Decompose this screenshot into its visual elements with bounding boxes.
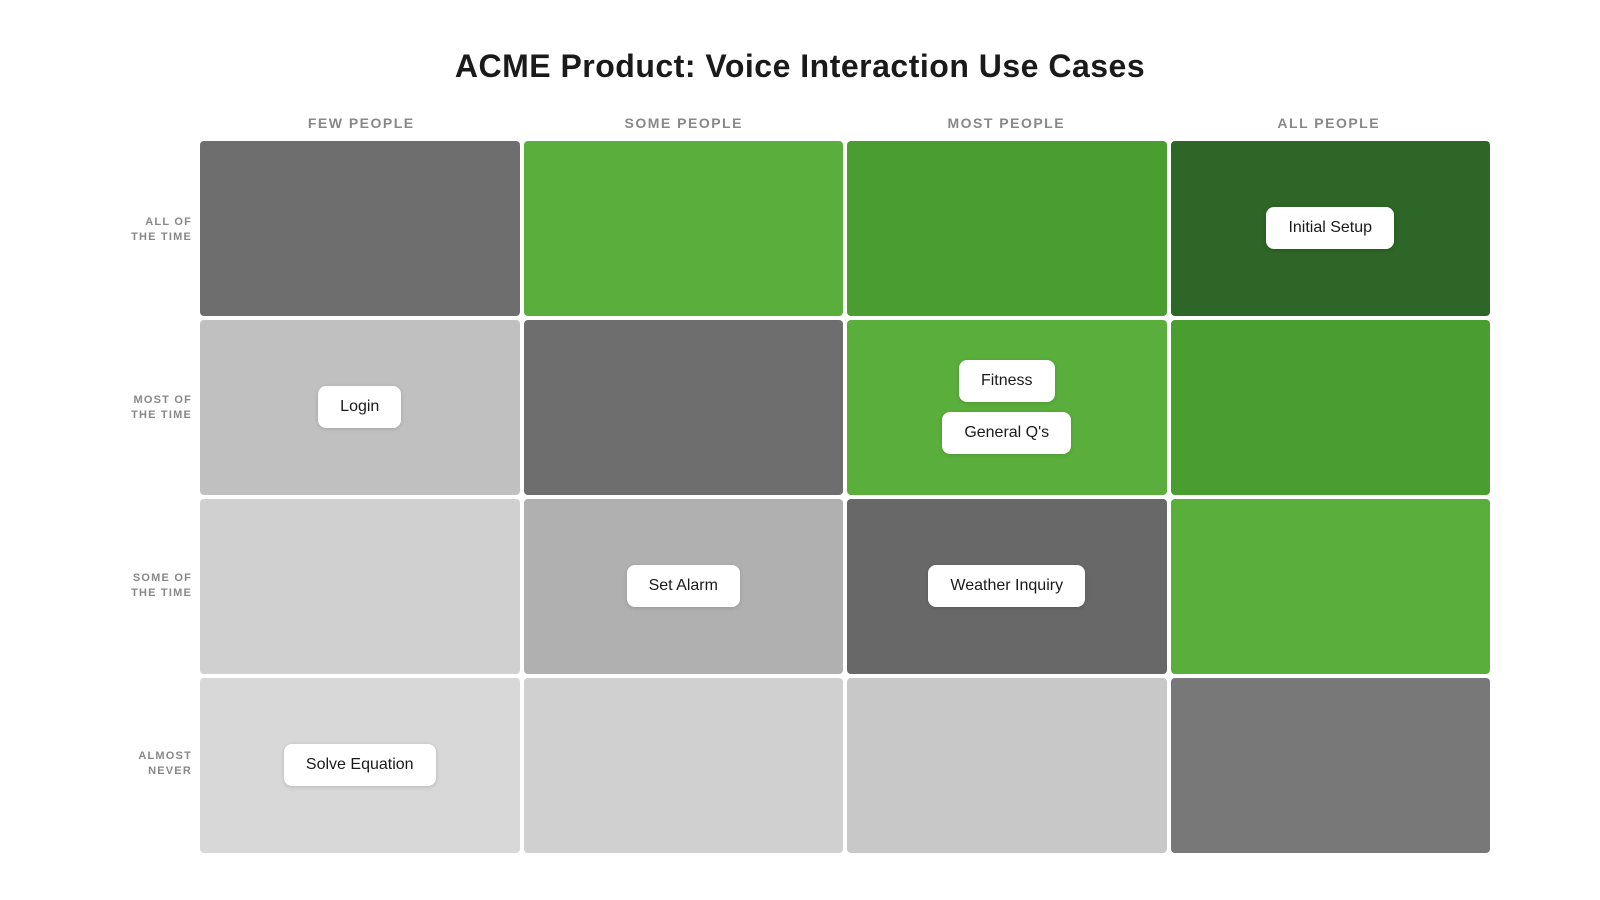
cell-r1c4: Initial Setup xyxy=(1171,141,1491,316)
page-title: ACME Product: Voice Interaction Use Case… xyxy=(455,48,1145,85)
col-header-1: FEW PEOPLE xyxy=(200,115,523,141)
tag-weather-inquiry: Weather Inquiry xyxy=(928,565,1085,607)
col-header-4: ALL PEOPLE xyxy=(1168,115,1491,141)
tag-initial-setup: Initial Setup xyxy=(1266,207,1394,249)
grid-body: ALL OFTHE TIME MOST OFTHE TIME SOME OFTH… xyxy=(110,141,1490,853)
cell-r3c3: Weather Inquiry xyxy=(847,499,1167,674)
cell-r2c4 xyxy=(1171,320,1491,495)
cell-r4c3 xyxy=(847,678,1167,853)
row-label-3: SOME OFTHE TIME xyxy=(110,497,200,675)
cell-r1c3 xyxy=(847,141,1167,316)
tag-solve-equation: Solve Equation xyxy=(284,744,436,786)
row-label-2: MOST OFTHE TIME xyxy=(110,319,200,497)
chart-container: FEW PEOPLE SOME PEOPLE MOST PEOPLE ALL P… xyxy=(110,115,1490,853)
col-header-3: MOST PEOPLE xyxy=(845,115,1168,141)
col-headers: FEW PEOPLE SOME PEOPLE MOST PEOPLE ALL P… xyxy=(200,115,1490,141)
cell-r2c3: Fitness General Q's xyxy=(847,320,1167,495)
cell-r3c2: Set Alarm xyxy=(524,499,844,674)
col-header-2: SOME PEOPLE xyxy=(523,115,846,141)
matrix-grid: Initial Setup Login Fitness General Q's … xyxy=(200,141,1490,853)
cell-r3c4 xyxy=(1171,499,1491,674)
tag-fitness: Fitness xyxy=(959,360,1055,402)
cell-r4c2 xyxy=(524,678,844,853)
cell-r3c1 xyxy=(200,499,520,674)
cell-r2c2 xyxy=(524,320,844,495)
tag-set-alarm: Set Alarm xyxy=(627,565,740,607)
cell-r1c1 xyxy=(200,141,520,316)
cell-r4c1: Solve Equation xyxy=(200,678,520,853)
cell-r2c1: Login xyxy=(200,320,520,495)
cell-r4c4 xyxy=(1171,678,1491,853)
row-label-1: ALL OFTHE TIME xyxy=(110,141,200,319)
row-label-4: ALMOSTNEVER xyxy=(110,675,200,853)
cell-r1c2 xyxy=(524,141,844,316)
row-labels: ALL OFTHE TIME MOST OFTHE TIME SOME OFTH… xyxy=(110,141,200,853)
tag-general-qs: General Q's xyxy=(942,412,1071,454)
tag-login: Login xyxy=(318,386,401,428)
